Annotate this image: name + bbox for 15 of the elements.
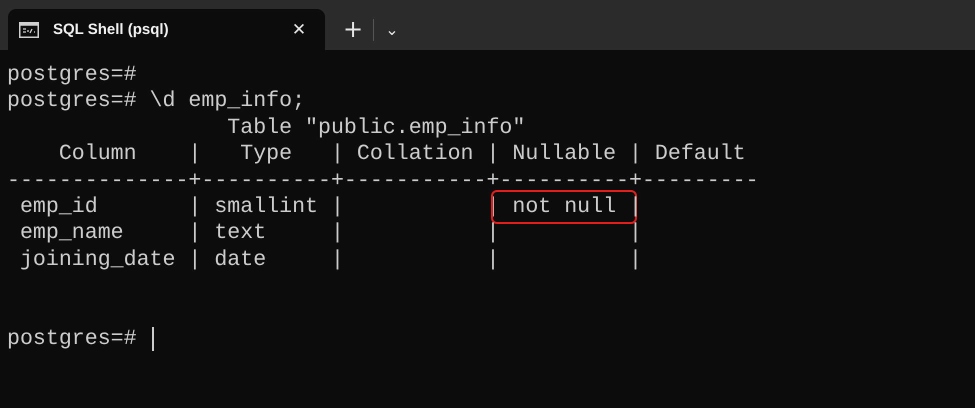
new-tab-button[interactable]: +	[333, 9, 373, 50]
close-button[interactable]: ✕	[285, 16, 313, 44]
terminal-line: postgres=#	[7, 326, 138, 352]
terminal-line: --------------+----------+-----------+----------+---------	[7, 168, 759, 194]
terminal-line: emp_name | text | | |	[18, 220, 642, 247]
terminal-line: postgres=#	[7, 62, 137, 88]
terminal-line: postgres=# \d emp_info;	[7, 88, 306, 115]
tab-title: SQL Shell (psql)	[53, 21, 170, 38]
terminal-line: |	[629, 194, 642, 220]
terminal-line: joining_date | date | | |	[18, 246, 642, 274]
console-icon	[19, 22, 39, 38]
terminal-line: Column | Type | Collation | Nullable | Default	[58, 141, 746, 168]
terminal-tab[interactable]: SQL Shell (psql) ✕	[8, 9, 325, 50]
terminal-line: Table "public.emp_info"	[226, 114, 526, 142]
dropdown-button[interactable]: ⌄	[374, 9, 410, 50]
